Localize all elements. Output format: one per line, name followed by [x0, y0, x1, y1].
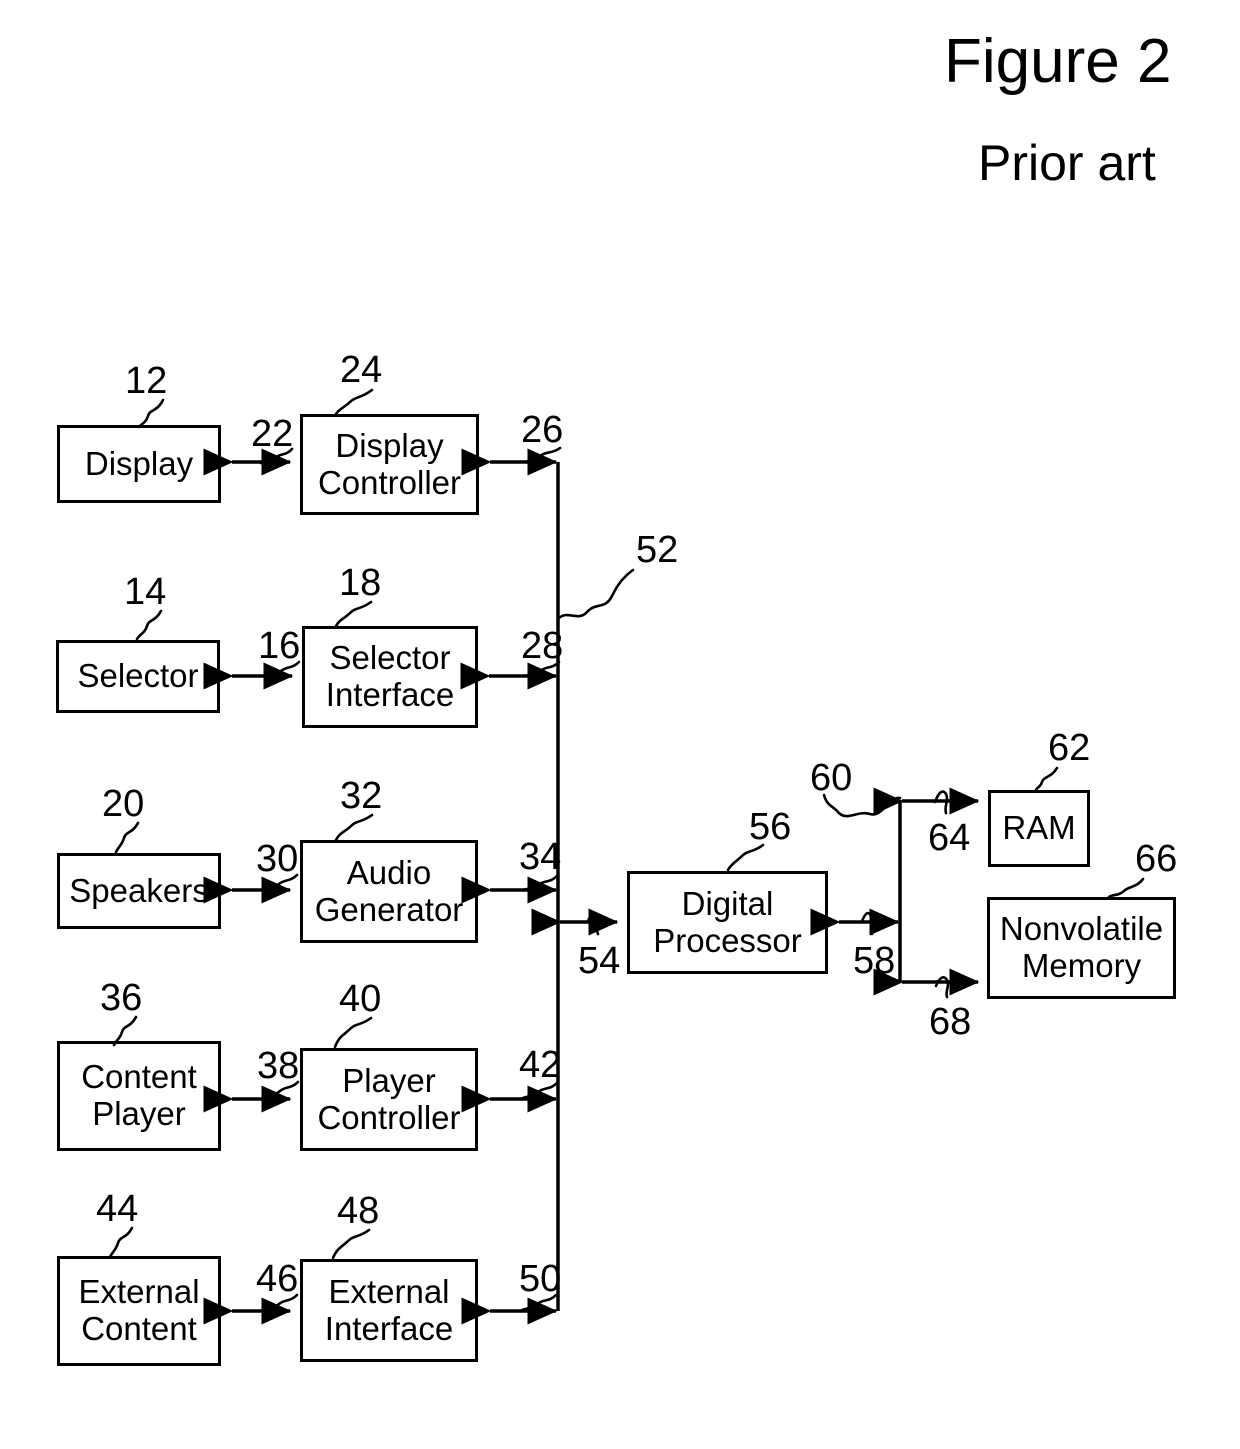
- block-external-interface: External Interface: [300, 1259, 478, 1362]
- block-external-interface-line2: Interface: [324, 1309, 454, 1347]
- ref-numeral-44: 44: [96, 1188, 139, 1230]
- block-digital-processor: Digital Processor: [627, 871, 828, 974]
- ref-numeral-30: 30: [256, 838, 299, 880]
- block-player-controller-line2: Controller: [317, 1098, 461, 1136]
- leader-44: [108, 1226, 134, 1259]
- leader-58: [860, 911, 874, 936]
- ref-numeral-38: 38: [257, 1045, 300, 1087]
- leader-14: [135, 609, 163, 641]
- leader-54: [586, 911, 600, 936]
- block-selector: Selector: [56, 640, 220, 713]
- block-display: Display: [57, 425, 221, 503]
- block-external-content: External Content: [57, 1256, 221, 1366]
- ref-numeral-28: 28: [521, 625, 564, 667]
- block-display-controller-line1: Display: [335, 426, 444, 464]
- leader-24: [334, 388, 374, 416]
- ref-numeral-40: 40: [339, 978, 382, 1020]
- block-digital-processor-line1: Digital: [681, 884, 774, 922]
- block-content-player-line1: Content: [81, 1058, 197, 1096]
- ref-numeral-14: 14: [124, 571, 167, 613]
- ref-numeral-62: 62: [1048, 727, 1091, 769]
- block-selector-interface: Selector Interface: [302, 626, 478, 728]
- ref-numeral-46: 46: [256, 1258, 299, 1300]
- leader-64: [933, 790, 949, 815]
- ref-numeral-26: 26: [521, 409, 564, 451]
- ref-numeral-42: 42: [519, 1044, 562, 1086]
- leader-52: [557, 568, 635, 620]
- leader-12: [137, 398, 165, 429]
- ref-numeral-56: 56: [749, 806, 792, 848]
- wiring-diagram-overlay: [108, 388, 1145, 1325]
- block-selector-interface-line2: Interface: [325, 676, 455, 713]
- block-speakers-line1: Speakers: [69, 871, 209, 909]
- leader-62: [1034, 766, 1059, 792]
- block-ram-line1: RAM: [1002, 809, 1076, 847]
- leader-20: [114, 821, 140, 854]
- leader-40: [333, 1016, 373, 1049]
- leader-48: [331, 1228, 371, 1260]
- figure-title: Figure 2: [944, 27, 1172, 96]
- ref-numeral-24: 24: [340, 349, 383, 391]
- figure-page: Figure 2 Prior art Display Display Contr…: [0, 0, 1240, 1449]
- block-speakers: Speakers: [57, 853, 221, 929]
- leader-68: [934, 976, 950, 999]
- figure-subtitle: Prior art: [978, 135, 1156, 191]
- block-external-interface-line1: External: [328, 1272, 450, 1310]
- block-nonvolatile-memory-line1: Nonvolatile: [999, 910, 1164, 948]
- ref-numeral-34: 34: [519, 836, 562, 878]
- ref-numeral-12: 12: [125, 360, 168, 402]
- ref-numeral-18: 18: [339, 562, 382, 604]
- ref-numeral-20: 20: [102, 783, 145, 825]
- ref-numeral-52: 52: [636, 529, 679, 571]
- block-display-controller-line2: Controller: [317, 463, 462, 501]
- leader-32: [334, 813, 374, 842]
- ref-numeral-22: 22: [251, 413, 294, 455]
- block-player-controller: Player Controller: [300, 1048, 478, 1151]
- block-selector-interface-line1: Selector: [329, 639, 451, 677]
- ref-numeral-16: 16: [258, 625, 301, 667]
- ref-numeral-66: 66: [1135, 838, 1178, 880]
- block-content-player: Content Player: [57, 1041, 221, 1151]
- ref-numeral-60: 60: [810, 757, 853, 799]
- block-display-line1: Display: [84, 444, 194, 482]
- ref-numeral-50: 50: [519, 1258, 562, 1300]
- leader-66: [1107, 877, 1145, 899]
- block-player-controller-line1: Player: [342, 1061, 436, 1099]
- ref-numeral-54: 54: [578, 940, 621, 982]
- block-selector-line1: Selector: [77, 657, 199, 695]
- block-audio-generator-line2: Generator: [314, 890, 464, 928]
- block-external-content-line2: Content: [81, 1310, 197, 1347]
- ref-numeral-58: 58: [853, 940, 896, 982]
- block-content-player-line2: Player: [92, 1095, 186, 1132]
- block-ram: RAM: [988, 790, 1090, 867]
- block-nonvolatile-memory-line2: Memory: [1021, 947, 1142, 984]
- ref-numeral-48: 48: [337, 1190, 380, 1232]
- ref-numeral-68: 68: [929, 1001, 972, 1043]
- block-digital-processor-line2: Processor: [653, 921, 802, 959]
- leader-18: [334, 600, 373, 628]
- ref-numeral-36: 36: [100, 977, 143, 1019]
- block-external-content-line1: External: [78, 1273, 200, 1311]
- ref-numeral-64: 64: [928, 817, 971, 859]
- ref-numeral-32: 32: [340, 775, 383, 817]
- block-audio-generator: Audio Generator: [300, 840, 478, 943]
- block-audio-generator-line1: Audio: [346, 853, 432, 891]
- block-display-controller: Display Controller: [300, 414, 479, 515]
- block-nonvolatile-memory: Nonvolatile Memory: [987, 897, 1176, 999]
